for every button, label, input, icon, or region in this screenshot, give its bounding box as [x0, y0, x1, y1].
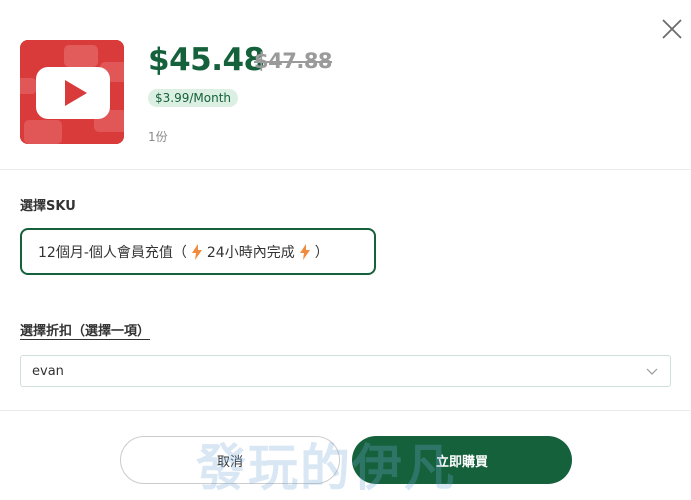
sku-option-delivery-text: 24小時內完成 — [206, 244, 295, 261]
original-price: $47.88 — [254, 49, 333, 73]
current-price: $45.48 — [148, 42, 265, 78]
lightning-icon — [191, 243, 202, 260]
close-icon[interactable] — [660, 17, 684, 41]
discount-selected-value: evan — [32, 363, 64, 379]
quantity-text: 1份 — [148, 130, 168, 144]
sku-section-label: 選擇SKU — [20, 199, 76, 214]
discount-select[interactable]: evan — [20, 355, 671, 387]
divider — [0, 410, 691, 411]
sku-option-main-text: 12個月-個人會員充值 — [38, 244, 173, 261]
sku-option-paren-open: （ — [172, 244, 187, 261]
youtube-play-icon — [20, 40, 124, 144]
lightning-icon — [299, 243, 310, 260]
monthly-price-badge: $3.99/Month — [148, 89, 239, 107]
sku-option-paren-close: ） — [314, 244, 329, 261]
cancel-button[interactable]: 取消 — [120, 436, 340, 484]
product-thumbnail — [20, 40, 124, 144]
discount-section-label: 選擇折扣（選擇一項） — [20, 324, 151, 339]
divider — [0, 169, 691, 170]
chevron-down-icon — [646, 368, 658, 375]
buy-now-button-label: 立即購買 — [435, 454, 488, 470]
buy-now-button[interactable]: 立即購買 — [352, 436, 572, 484]
cancel-button-label: 取消 — [216, 454, 243, 470]
sku-option-12-month[interactable]: 12個月-個人會員充值 （ 24小時內完成 ） — [20, 228, 376, 275]
